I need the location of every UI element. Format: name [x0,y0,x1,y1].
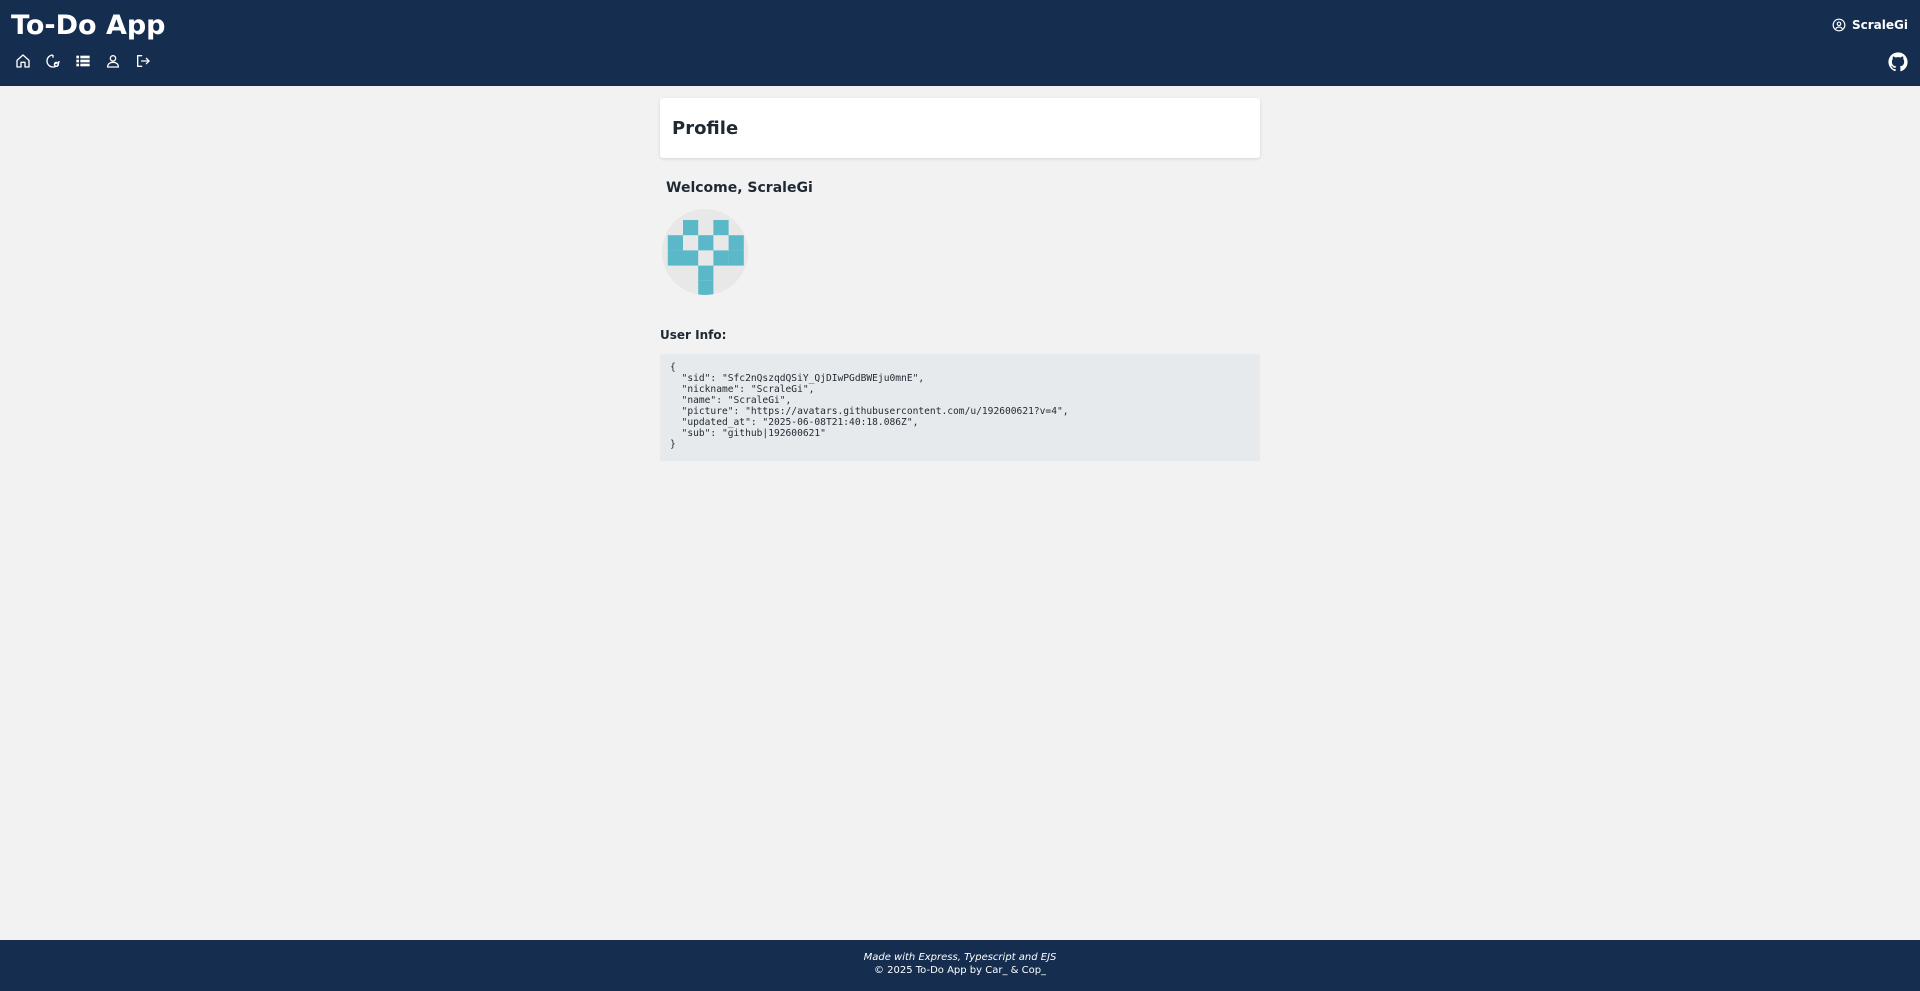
json-line: "picture": "https://avatars.githubuserco… [670,406,1069,417]
identicon-avatar [667,220,744,295]
list-icon[interactable] [74,52,92,70]
footer-made-with: Made with Express, Typescript and EJS [863,952,1057,963]
app-title[interactable]: To-Do App [11,10,166,41]
footer: Made with Express, Typescript and EJS © … [0,940,1920,991]
nav-icon-bar [14,52,152,70]
github-icon[interactable] [1888,52,1908,72]
user-circle-icon [1832,18,1846,32]
user-menu[interactable]: ScraleGi [1832,18,1908,32]
json-line: { [670,362,676,373]
logout-icon[interactable] [134,52,152,70]
json-line: "sid": "Sfc2nQszqdQSiY_QjDIwPGdBWEju0mnE… [670,373,925,384]
user-info-json: { "sid": "Sfc2nQszqdQSiY_QjDIwPGdBWEju0m… [660,354,1260,461]
user-icon[interactable] [104,52,122,70]
top-navbar: To-Do App ScraleGi [0,0,1920,86]
user-name: ScraleGi [1852,18,1908,32]
footer-copyright: © 2025 To-Do App by Car_ & Cop_ [873,965,1047,976]
profile-header-card: Profile [660,98,1260,158]
json-line: "nickname": "ScraleGi", [670,384,815,395]
json-line: } [670,439,676,450]
user-info-label: User Info: [660,328,727,342]
page: To-Do App ScraleGi Profile Welcome, Scra… [0,0,1920,991]
welcome-message: Welcome, ScraleGi [666,180,813,196]
home-icon[interactable] [14,52,32,70]
avatar [662,209,748,295]
json-line: "sub": "github|192600621" [670,428,826,439]
page-title: Profile [672,117,739,139]
json-line: "name": "ScraleGi", [670,395,792,406]
json-line: "updated_at": "2025-06-08T21:40:18.086Z"… [670,417,919,428]
profile-main: Profile Welcome, ScraleGi User Info: {"… [660,98,1260,461]
badge-check-icon[interactable] [44,52,62,70]
